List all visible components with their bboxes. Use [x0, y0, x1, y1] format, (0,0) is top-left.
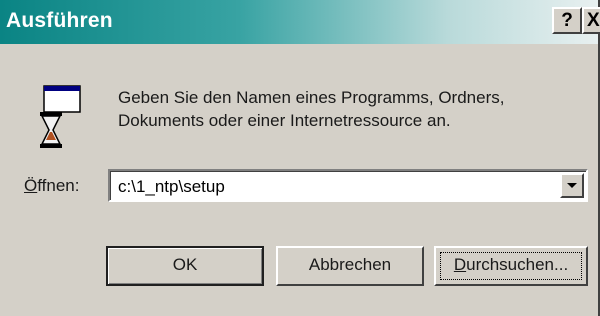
- cancel-button[interactable]: Abbrechen: [276, 246, 424, 286]
- open-label-rest: ffnen:: [37, 176, 80, 195]
- instruction-text: Geben Sie den Namen eines Programms, Ord…: [118, 88, 505, 130]
- browse-button[interactable]: Durchsuchen...: [434, 246, 588, 286]
- help-button[interactable]: ?: [552, 7, 582, 34]
- open-label-accelerator: Ö: [24, 176, 38, 195]
- close-button[interactable]: X: [582, 7, 600, 34]
- ok-button[interactable]: OK: [106, 246, 264, 286]
- open-combobox[interactable]: [108, 169, 588, 202]
- title-bar[interactable]: Ausführen ? X: [0, 0, 600, 44]
- open-input[interactable]: [118, 176, 548, 198]
- run-dialog: Ausführen ? X Geben Sie den Namen eines …: [0, 0, 600, 316]
- run-program-icon: [40, 85, 81, 148]
- open-field-label: Öffnen:: [24, 176, 79, 196]
- focus-ring: [440, 252, 582, 280]
- window-title: Ausführen: [6, 9, 113, 32]
- chevron-down-icon[interactable]: [560, 173, 584, 198]
